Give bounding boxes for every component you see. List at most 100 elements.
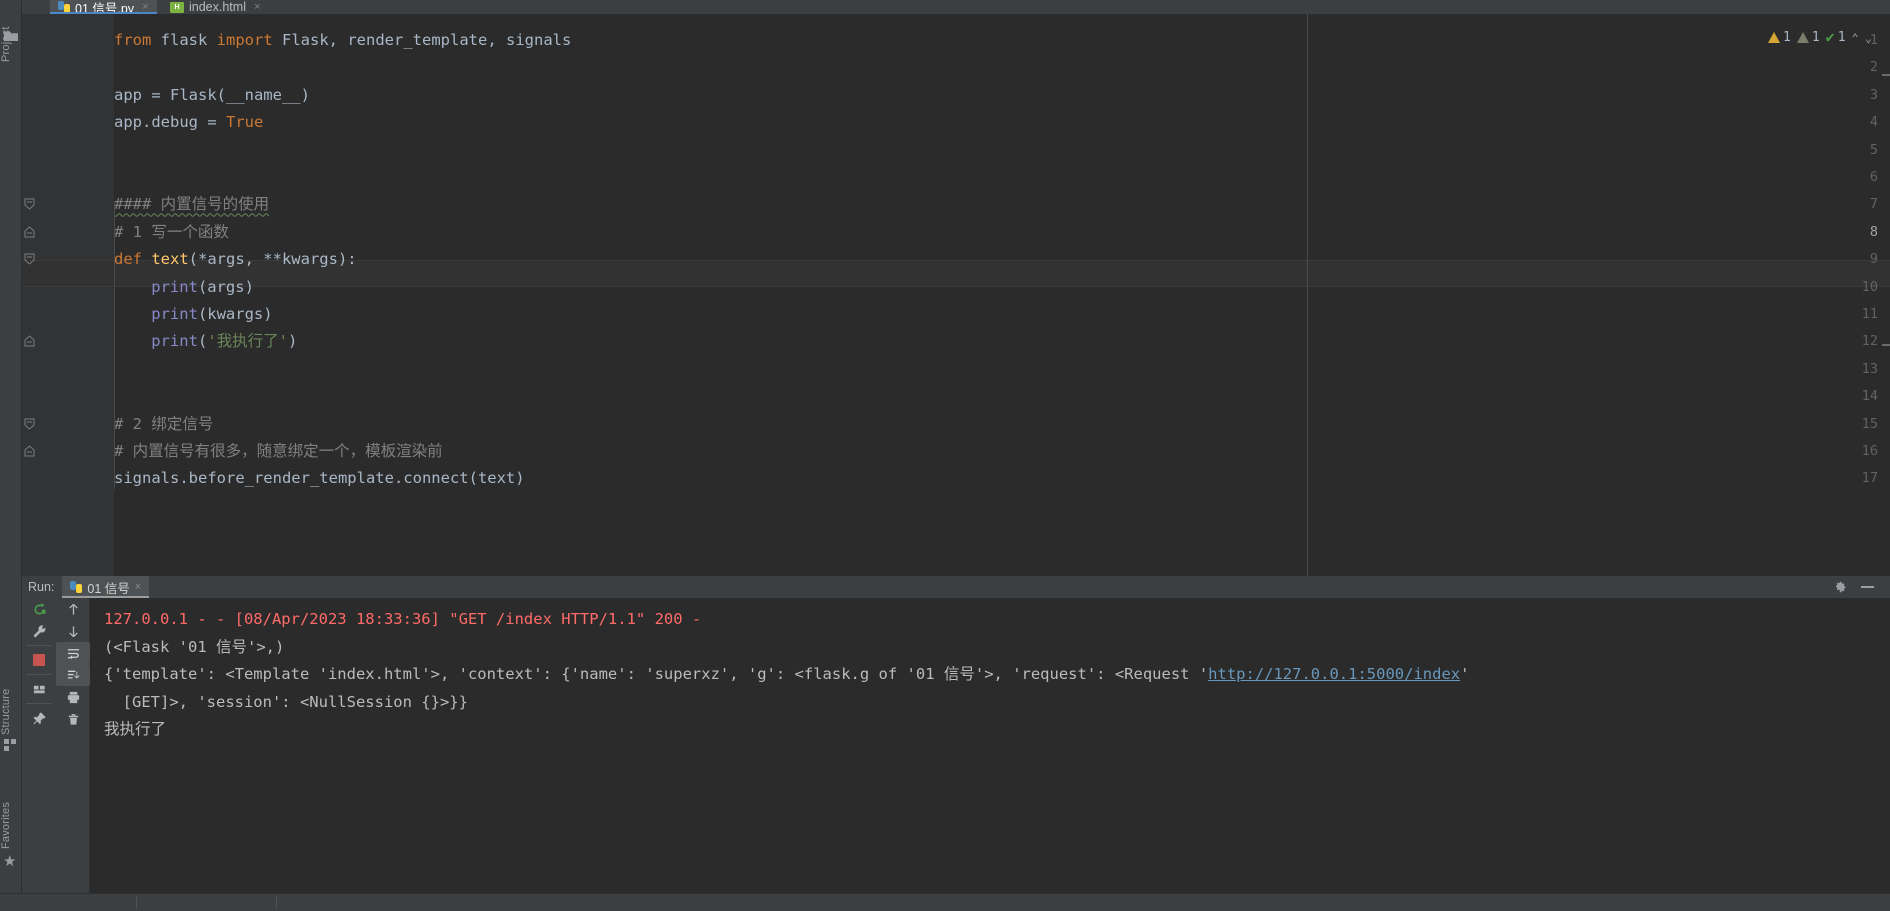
ide-window: Project Structure Favorites ★ 01 信号.py ×…	[0, 0, 1890, 911]
code-line[interactable]: print('我执行了')	[151, 328, 297, 355]
code-token: Flask	[282, 31, 329, 49]
chevron-down-icon[interactable]: ⌄	[1865, 31, 1872, 45]
console-line: [GET]>, 'session': <NullSession {}>}}	[104, 692, 468, 711]
warning-count: 1	[1783, 30, 1791, 45]
run-panel-header-actions	[1833, 580, 1890, 594]
line-number: 13	[1861, 360, 1878, 377]
status-bar	[0, 893, 1890, 911]
warning-triangle-icon	[1768, 32, 1781, 43]
code-line[interactable]: print(args)	[151, 274, 254, 301]
editor-tab-index-html[interactable]: H index.html ×	[162, 0, 268, 14]
close-icon[interactable]: ×	[135, 581, 141, 593]
line-number: 9	[1869, 251, 1878, 268]
code-token: import	[216, 31, 282, 49]
console-text: {'template': <Template 'index.html'>, 'c…	[104, 665, 1209, 683]
run-tab-label: 01 信号	[87, 581, 130, 596]
scroll-up-icon[interactable]	[56, 598, 90, 620]
gear-icon[interactable]	[1833, 580, 1847, 594]
line-number: 10	[1861, 278, 1878, 295]
line-number: 14	[1861, 388, 1878, 405]
run-toolbar-left-column	[22, 598, 56, 729]
code-line[interactable]: app = Flask(__name__)	[114, 82, 310, 109]
line-number: 3	[1869, 86, 1878, 103]
console-text: '	[1460, 665, 1470, 683]
ok-indicator[interactable]: ✔ 1	[1825, 28, 1846, 46]
scrollbar-marker	[1882, 74, 1890, 76]
minimize-icon[interactable]	[1861, 586, 1874, 588]
code-token: # 内置信号有很多，随意绑定一个，模板渲染前	[114, 442, 443, 460]
code-editor[interactable]: from flask import Flask, render_template…	[22, 14, 1890, 576]
code-folding-column[interactable]	[100, 14, 114, 576]
toolbar-separator	[26, 645, 52, 646]
editor-tab-label: index.html	[189, 0, 246, 14]
ok-count: 1	[1837, 30, 1846, 45]
line-number: 16	[1861, 443, 1878, 459]
code-token: # 2 绑定信号	[114, 414, 214, 433]
scroll-to-end-icon[interactable]	[56, 664, 90, 686]
line-number: 8	[1869, 223, 1878, 240]
code-token: flask	[160, 31, 217, 49]
sidebar-tab-project[interactable]: Project	[0, 2, 22, 62]
checkmark-icon: ✔	[1825, 28, 1835, 46]
fold-close-icon[interactable]	[24, 226, 35, 238]
code-token: # 1 写一个函数	[114, 222, 229, 241]
code-line[interactable]: from flask import Flask, render_template…	[114, 27, 571, 54]
line-number: 17	[1861, 470, 1878, 487]
print-icon[interactable]	[56, 686, 90, 708]
code-token: print	[151, 305, 198, 323]
scrollbar-marker	[1882, 344, 1890, 346]
code-token: print	[151, 332, 198, 351]
toolbar-separator	[26, 703, 52, 704]
fold-open-icon[interactable]	[24, 253, 35, 265]
code-text-area[interactable]: from flask import Flask, render_template…	[114, 14, 1890, 576]
fold-open-icon[interactable]	[24, 418, 35, 430]
code-token: signals	[506, 31, 572, 49]
fold-close-icon[interactable]	[24, 445, 35, 457]
fold-open-icon[interactable]	[24, 198, 35, 211]
rerun-icon[interactable]	[22, 598, 56, 620]
indent-guide	[114, 201, 115, 490]
trash-icon[interactable]	[56, 708, 90, 730]
code-line[interactable]: # 1 写一个函数	[114, 219, 229, 246]
run-console-output[interactable]: 127.0.0.1 - - [08/Apr/2023 18:33:36] "GE…	[90, 598, 1890, 893]
left-tool-strip: Project Structure Favorites ★	[0, 0, 22, 911]
inspection-status-widget[interactable]: 1 1 ✔ 1 ⌃ ⌄	[1768, 30, 1872, 45]
star-icon[interactable]: ★	[3, 854, 16, 869]
stop-icon[interactable]	[22, 649, 56, 671]
chevron-up-icon[interactable]: ⌃	[1852, 31, 1859, 45]
pin-icon[interactable]	[22, 707, 56, 729]
code-token: ,	[487, 31, 506, 49]
python-file-icon	[58, 1, 70, 13]
code-token: True	[225, 113, 264, 132]
close-icon[interactable]: ×	[142, 1, 148, 13]
soft-wrap-icon[interactable]	[56, 642, 90, 664]
code-line[interactable]: #### 内置信号的使用	[114, 191, 269, 218]
code-line[interactable]: app.debug = True	[114, 109, 263, 136]
settings-wrench-icon[interactable]	[22, 620, 56, 642]
code-line[interactable]: signals.before_render_template.connect(t…	[114, 465, 525, 492]
console-link[interactable]: http://127.0.0.1:5000/index	[1208, 665, 1460, 683]
weak-warning-indicator[interactable]: 1	[1796, 30, 1820, 45]
layout-icon[interactable]	[22, 678, 56, 700]
warning-indicator[interactable]: 1	[1768, 30, 1791, 45]
structure-icon[interactable]	[4, 739, 16, 751]
close-icon[interactable]: ×	[254, 1, 260, 13]
code-token: app.debug =	[114, 113, 226, 132]
code-token: )	[287, 332, 298, 351]
code-token: render_template	[347, 31, 488, 49]
editor-tab-01-signal-py[interactable]: 01 信号.py ×	[50, 0, 157, 14]
code-token: (kwargs)	[197, 305, 273, 323]
line-number-gutter[interactable]	[22, 14, 100, 576]
console-line: 127.0.0.1 - - [08/Apr/2023 18:33:36] "GE…	[104, 610, 702, 628]
sidebar-tab-structure[interactable]: Structure	[0, 659, 22, 735]
weak-warning-triangle-icon	[1796, 32, 1809, 43]
code-line[interactable]: # 2 绑定信号	[114, 411, 213, 438]
code-line[interactable]: def text(*args, **kwargs):	[114, 246, 357, 273]
fold-close-icon[interactable]	[24, 335, 35, 347]
scroll-down-icon[interactable]	[56, 620, 90, 642]
code-token: text	[151, 250, 189, 269]
sidebar-tab-favorites[interactable]: Favorites	[0, 773, 22, 849]
code-line[interactable]: # 内置信号有很多，随意绑定一个，模板渲染前	[114, 438, 443, 465]
run-tab-01-signal[interactable]: 01 信号 ×	[62, 576, 150, 598]
code-line[interactable]: print(kwargs)	[151, 301, 272, 328]
